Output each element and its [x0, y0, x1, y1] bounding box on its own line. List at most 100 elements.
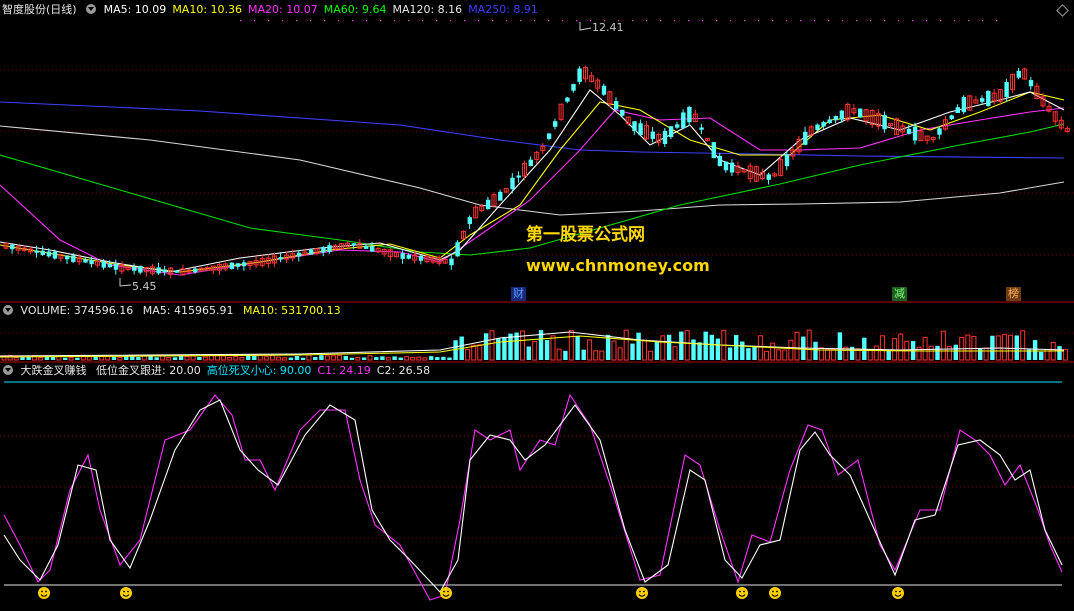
volume-bar-down [294, 356, 300, 360]
volume-bar-up [465, 348, 471, 361]
collapse-icon[interactable] [86, 4, 97, 14]
candle-body-down [455, 242, 460, 257]
candle-body-down [717, 155, 723, 166]
candle-body-down [711, 142, 716, 159]
volume-bar-down [154, 357, 159, 360]
volume-bar-up [757, 335, 763, 361]
signal-dot [940, 20, 942, 22]
signal-dot [436, 20, 438, 22]
smiley-eye-icon [772, 590, 774, 593]
volume-bar-down [441, 356, 446, 360]
volume-bar-up [269, 355, 275, 361]
volume-bar-down [654, 342, 660, 360]
volume-bar-down [935, 345, 940, 360]
candle-body-down [827, 119, 832, 123]
candle-body-down [601, 85, 607, 95]
candle-body-down [528, 159, 533, 166]
candle-body-down [89, 260, 94, 265]
volume-panel-header: VOLUME: 374596.16 MA5: 415965.91 MA10: 5… [0, 303, 347, 319]
indicator-collapse-icon[interactable] [3, 365, 13, 375]
smiley-eye-icon [776, 590, 778, 593]
candle-body-down [193, 268, 198, 273]
volume-bar-up [355, 356, 361, 361]
signal-dot [758, 20, 760, 22]
indicator-name[interactable]: 大跌金叉赚钱 [21, 364, 87, 377]
low-price-label: 5.45 [132, 280, 157, 293]
ma-label-0: MA5: 10.09 [103, 3, 167, 16]
candle-body-down [138, 265, 143, 273]
candle-body-down [400, 253, 405, 259]
candle-body-down [321, 247, 326, 253]
volume-bar-up [928, 345, 934, 361]
candle-body-down [668, 126, 674, 138]
volume-bar-up [489, 330, 495, 361]
candle-body-down [241, 262, 247, 267]
candle-body-down [803, 131, 808, 145]
volume-bar-down [63, 357, 68, 360]
signal-dot [450, 20, 452, 22]
volume-bar-up [306, 354, 312, 361]
volume-bar-up [1001, 333, 1007, 361]
candle-body-down [662, 130, 668, 144]
signal-dot [506, 20, 508, 22]
volume-bar-up [68, 357, 74, 361]
volume-bar-down [380, 356, 385, 360]
volume-bar-down [727, 347, 733, 360]
volume-bar-down [483, 333, 489, 360]
candle-body-down [833, 116, 838, 121]
candle-body-down [1016, 70, 1021, 78]
volume-bar-up [599, 350, 605, 361]
candle-body-down [906, 128, 912, 134]
volume-bar-up [873, 345, 879, 361]
volume-bar-down [746, 348, 751, 360]
volume-bar-up [227, 356, 233, 361]
c2-line [3, 399, 1063, 593]
volume-bar-up [337, 354, 342, 361]
volume-bar-down [544, 340, 550, 360]
smiley-eye-icon [447, 590, 449, 593]
signal-dot [968, 20, 970, 22]
volume-bar-up [184, 355, 190, 361]
event-tag-reduce[interactable]: 减 [892, 287, 907, 301]
volume-bar-down [197, 356, 202, 360]
event-tag-ranking[interactable]: 榜 [1006, 287, 1021, 301]
candle-body-down [687, 106, 692, 123]
event-tag-finance[interactable]: 财 [511, 287, 526, 301]
candle-body-down [156, 267, 161, 274]
candle-body-down [681, 112, 686, 129]
volume-bar-up [879, 335, 885, 361]
candle-body-down [980, 98, 985, 102]
smiley-eye-icon [123, 590, 125, 593]
indicator-item-0: 低位金叉跟进: 20.00 [96, 364, 201, 377]
indicator-item-2: C1: 24.19 [317, 364, 371, 377]
volume-bar-up [324, 355, 330, 361]
candle-body-down [1004, 81, 1009, 98]
volume-bar-down [374, 357, 379, 360]
candle-body-down [406, 254, 411, 259]
volume-bar-down [1039, 351, 1044, 360]
signal-dot [576, 20, 578, 22]
signal-dot [688, 20, 690, 22]
candle-body-down [620, 109, 625, 116]
volume-bar-down [343, 355, 348, 360]
signal-dot [338, 20, 340, 22]
signal-dot [380, 20, 382, 22]
candle-body-down [729, 162, 735, 173]
signal-dot [366, 20, 368, 22]
volume-bar-up [764, 350, 769, 361]
candle-body-down [766, 174, 771, 180]
candle-body-down [10, 244, 15, 250]
volume-bar-up [221, 355, 227, 361]
signal-dot [814, 20, 816, 22]
smiley-face-icon [38, 587, 50, 599]
volume-bar-up [385, 357, 391, 361]
candle-body-down [912, 126, 918, 141]
volume-bar-down [581, 349, 586, 360]
smiley-eye-icon [41, 590, 43, 593]
signal-dot [534, 20, 536, 22]
volume-collapse-icon[interactable] [3, 305, 13, 315]
volume-bar-down [703, 331, 708, 360]
low-marker [119, 278, 132, 287]
signal-dot [716, 20, 718, 22]
signal-dot [422, 20, 424, 22]
